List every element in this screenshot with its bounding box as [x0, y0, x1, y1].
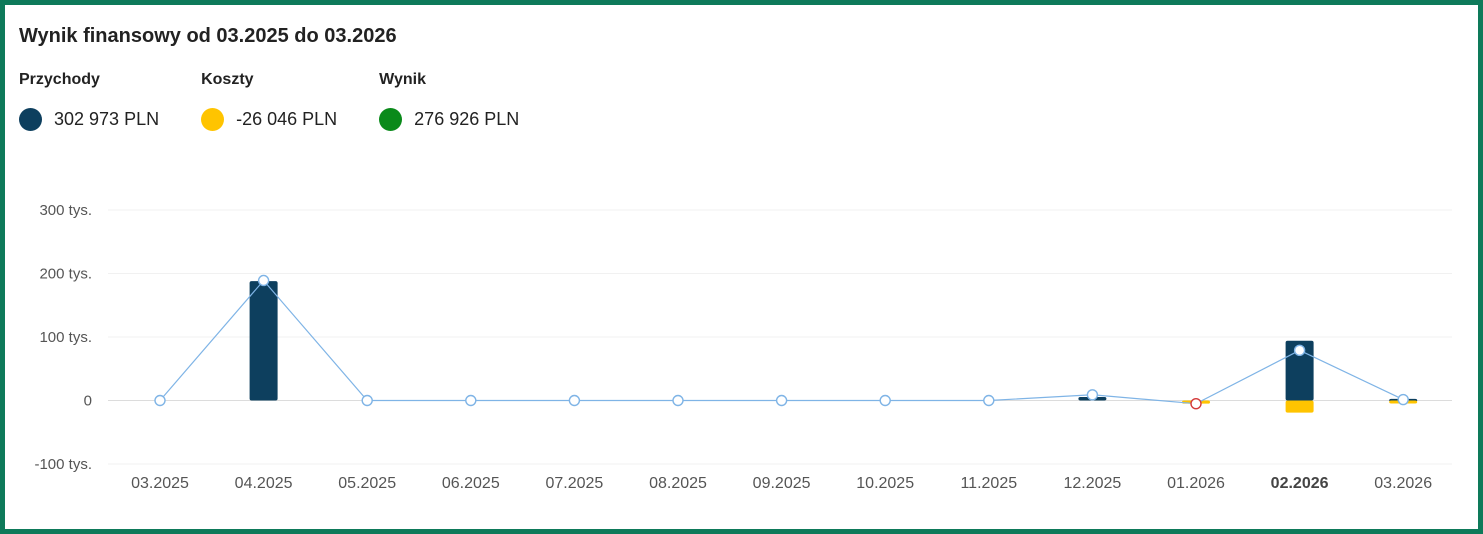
x-tick-label: 10.2025 — [856, 475, 914, 492]
result-point — [1086, 389, 1099, 401]
financial-chart: 300 tys. 200 tys. 100 tys. 0 -100 tys. 03.202… — [34, 202, 1452, 492]
y-tick-label: -100 tys. — [34, 456, 92, 473]
x-tick-label: 04.2025 — [235, 475, 293, 492]
result-point — [1190, 397, 1202, 410]
result-point — [1293, 344, 1306, 357]
result-point — [879, 394, 891, 407]
x-tick-label: 06.2025 — [442, 475, 500, 492]
result-point — [672, 394, 684, 407]
x-tick-label: 07.2025 — [545, 475, 603, 492]
x-tick-label: 05.2025 — [338, 475, 396, 492]
y-tick-label: 100 tys. — [39, 329, 92, 346]
x-tick-label: 03.2025 — [131, 475, 189, 492]
result-point — [983, 394, 995, 407]
x-tick-label: 02.2026 — [1271, 475, 1329, 492]
result-point — [568, 394, 581, 407]
bar-revenue — [249, 281, 278, 401]
result-line — [159, 279, 1404, 405]
result-point — [1397, 393, 1409, 406]
result-point — [775, 394, 788, 407]
result-point — [154, 394, 166, 407]
x-tick-label: 09.2025 — [753, 475, 811, 492]
result-point — [257, 274, 270, 287]
bar-costs — [1285, 400, 1314, 413]
x-tick-label: 12.2025 — [1063, 475, 1121, 492]
result-point — [361, 394, 373, 407]
y-tick-label: 200 tys. — [39, 266, 92, 283]
x-tick-label: 01.2026 — [1167, 475, 1225, 492]
y-tick-label: 0 — [84, 393, 92, 410]
x-tick-label: 03.2026 — [1374, 475, 1432, 492]
y-tick-label: 300 tys. — [39, 202, 92, 219]
result-point — [465, 394, 477, 407]
x-tick-label: 11.2025 — [960, 475, 1017, 492]
x-tick-label: 08.2025 — [649, 475, 707, 492]
